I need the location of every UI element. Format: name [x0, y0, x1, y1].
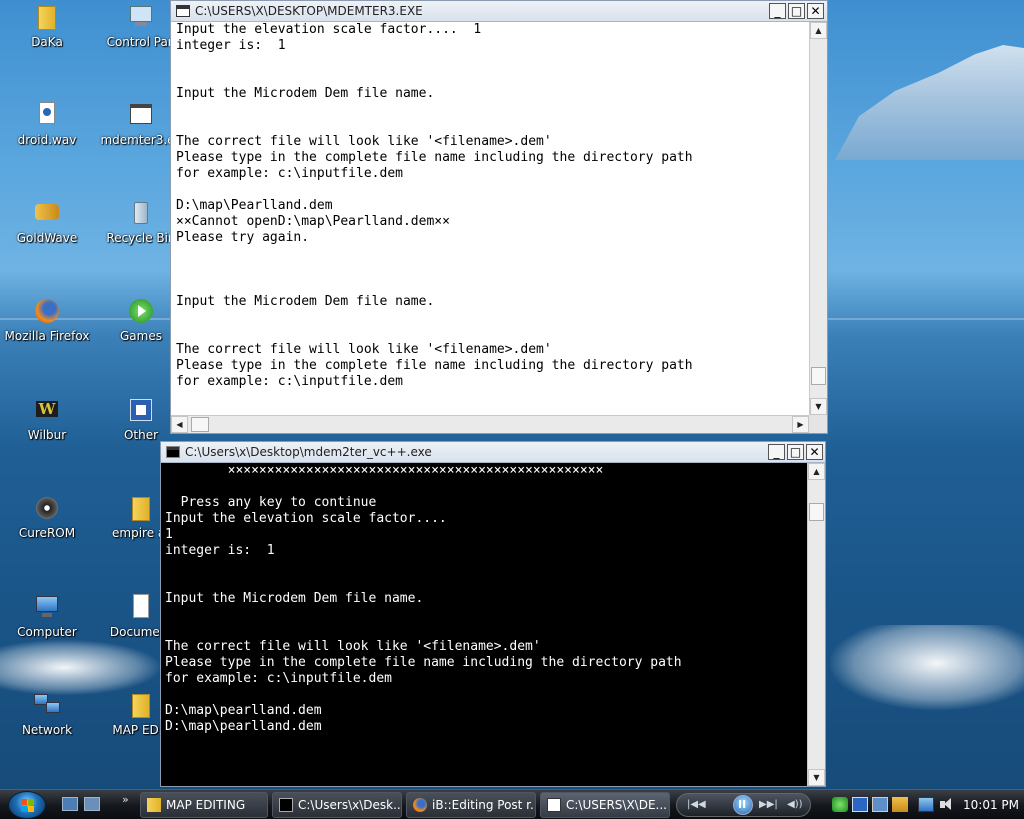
taskbar-button-map-editing[interactable]: MAP EDITING	[140, 792, 268, 818]
firefox-icon	[32, 296, 62, 326]
hscroll-thumb[interactable]	[191, 417, 209, 432]
games-icon	[126, 296, 156, 326]
vertical-scrollbar[interactable]: ▲ ▼	[807, 463, 825, 786]
desktop-icon-network[interactable]: Network	[2, 690, 92, 737]
console-icon	[166, 446, 180, 458]
wallpaper-mountain	[835, 45, 1024, 160]
tray-update-icon[interactable]	[832, 797, 848, 812]
folder-icon	[126, 690, 156, 720]
window-titlebar[interactable]: C:\Users\x\Desktop\mdem2ter_vc++.exe _ □…	[161, 442, 825, 463]
show-desktop-icon[interactable]	[62, 797, 78, 811]
play-pause-icon[interactable]: II	[733, 795, 753, 815]
desktop-icon-firefox[interactable]: Mozilla Firefox	[2, 296, 92, 343]
other-icon	[126, 395, 156, 425]
system-clock[interactable]: 10:01 PM	[963, 798, 1019, 812]
wilbur-icon: W	[32, 395, 62, 425]
wallpaper-wave	[0, 640, 160, 695]
tray-security-icon[interactable]	[892, 797, 908, 812]
console-app-icon	[126, 100, 156, 130]
scroll-thumb[interactable]	[809, 503, 824, 521]
minimize-button[interactable]: _	[769, 3, 786, 19]
window-title: C:\Users\x\Desktop\mdem2ter_vc++.exe	[185, 445, 432, 459]
control-panel-icon	[126, 2, 156, 32]
audio-file-icon	[32, 100, 62, 130]
scroll-down-button[interactable]: ▼	[808, 769, 825, 786]
minimize-button[interactable]: _	[768, 444, 785, 460]
wallpaper-wave	[830, 625, 1024, 710]
resize-grip[interactable]	[809, 415, 827, 433]
desktop-icon-goldwave[interactable]: GoldWave	[2, 198, 92, 245]
document-icon	[126, 592, 156, 622]
network-icon	[32, 690, 62, 720]
maximize-button[interactable]: □	[788, 3, 805, 19]
scroll-right-button[interactable]: ▶	[792, 416, 809, 433]
recycle-bin-icon	[126, 198, 156, 228]
console-icon	[547, 798, 561, 812]
console-output[interactable]: ××××××××××××××××××××××××××××××××××××××××…	[161, 463, 807, 786]
tray-app-icon[interactable]	[872, 797, 888, 812]
next-track-icon[interactable]: ▶▶|	[759, 799, 778, 810]
console-icon	[279, 798, 293, 812]
scroll-down-button[interactable]: ▼	[810, 398, 827, 415]
switch-windows-icon[interactable]	[84, 797, 100, 811]
speaker-icon[interactable]	[938, 797, 956, 812]
previous-track-icon[interactable]: |◀◀	[687, 799, 706, 810]
folder-icon	[126, 493, 156, 523]
scroll-up-button[interactable]: ▲	[810, 22, 827, 39]
close-button[interactable]: ✕	[806, 444, 823, 460]
computer-icon	[32, 592, 62, 622]
window-title: C:\USERS\X\DESKTOP\MDEMTER3.EXE	[195, 4, 423, 18]
network-status-icon[interactable]	[918, 797, 934, 812]
scroll-left-button[interactable]: ◀	[171, 416, 188, 433]
folder-icon	[147, 798, 161, 812]
close-button[interactable]: ✕	[807, 3, 824, 19]
cd-icon	[32, 493, 62, 523]
desktop-icon-wilbur[interactable]: W Wilbur	[2, 395, 92, 442]
vertical-scrollbar[interactable]: ▲ ▼	[809, 22, 827, 415]
folder-icon	[32, 2, 62, 32]
console-window-mdemter3[interactable]: C:\USERS\X\DESKTOP\MDEMTER3.EXE _ □ ✕ In…	[170, 0, 828, 434]
goldwave-icon	[32, 198, 62, 228]
scroll-thumb[interactable]	[811, 367, 826, 385]
quicklaunch-expand-icon[interactable]: »	[122, 793, 129, 806]
taskbar-button-firefox[interactable]: iB::Editing Post r...	[406, 792, 536, 818]
console-window-mdem2ter[interactable]: C:\Users\x\Desktop\mdem2ter_vc++.exe _ □…	[160, 441, 826, 787]
console-output[interactable]: Input the elevation scale factor.... 1 i…	[171, 22, 809, 415]
volume-icon[interactable]: ◀))	[787, 799, 803, 810]
maximize-button[interactable]: □	[787, 444, 804, 460]
desktop-icon-cure-rom[interactable]: CureROM	[2, 493, 92, 540]
tray-checkmark-icon[interactable]	[852, 797, 868, 812]
desktop-icon-daka[interactable]: DaKa	[2, 2, 92, 49]
desktop-icon-droid-wav[interactable]: droid.wav	[2, 100, 92, 147]
console-icon	[176, 5, 190, 17]
taskbar: » MAP EDITING C:\Users\x\Desk... iB::Edi…	[0, 789, 1024, 819]
window-titlebar[interactable]: C:\USERS\X\DESKTOP\MDEMTER3.EXE _ □ ✕	[171, 1, 827, 22]
firefox-icon	[413, 798, 427, 812]
taskbar-button-console-1[interactable]: C:\Users\x\Desk...	[272, 792, 402, 818]
horizontal-scrollbar[interactable]: ◀ ▶	[171, 415, 809, 433]
taskbar-button-console-2[interactable]: C:\USERS\X\DE...	[540, 792, 670, 818]
media-player-controls: |◀◀ II ▶▶| ◀))	[676, 793, 811, 817]
start-button[interactable]	[8, 791, 46, 819]
scroll-up-button[interactable]: ▲	[808, 463, 825, 480]
windows-flag-icon	[21, 799, 35, 812]
desktop-icon-computer[interactable]: Computer	[2, 592, 92, 639]
